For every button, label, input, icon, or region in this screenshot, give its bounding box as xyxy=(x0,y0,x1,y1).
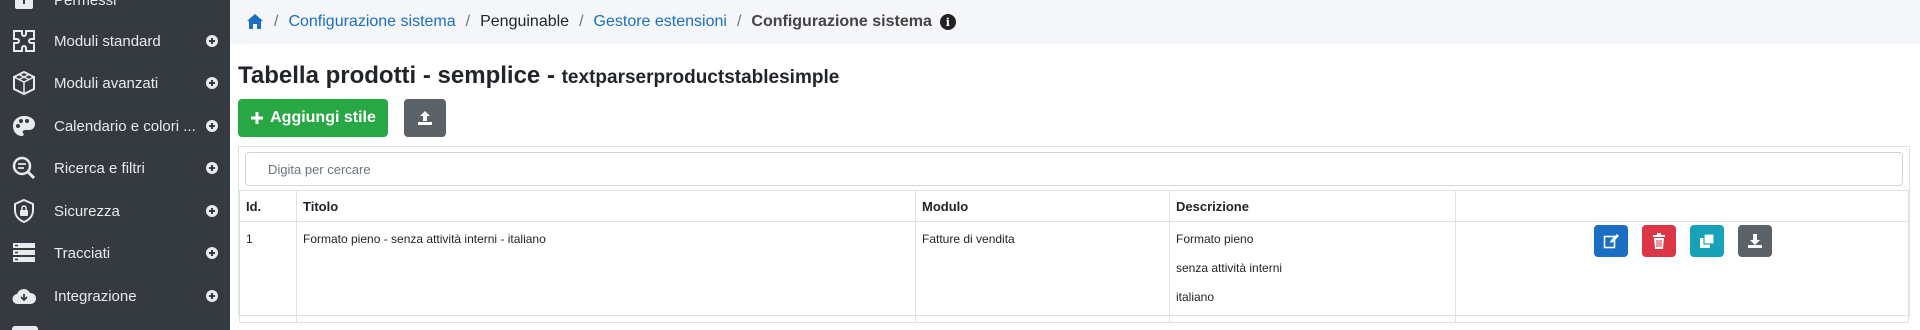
cubes-icon xyxy=(10,69,38,97)
page-title: Tabella prodotti - semplice - textparser… xyxy=(238,62,839,90)
duplicate-button[interactable] xyxy=(1690,225,1724,257)
expand-icon[interactable] xyxy=(206,290,218,302)
breadcrumb-separator: / xyxy=(579,13,584,30)
expand-icon[interactable] xyxy=(206,120,218,132)
home-icon[interactable] xyxy=(246,13,264,31)
search-input[interactable]: Digita per cercare xyxy=(245,152,1903,186)
sidebar-item-label: Moduli standard xyxy=(54,32,161,50)
column-header-descrizione[interactable]: Descrizione xyxy=(1169,190,1456,222)
table-header-row: Id. Titolo Modulo Descrizione xyxy=(239,190,1909,222)
puzzle-icon xyxy=(10,27,38,55)
sidebar-item-integrazione[interactable]: Integrazione xyxy=(0,275,230,317)
sidebar: Permessi Moduli standard Moduli avanzati… xyxy=(0,0,230,330)
sidebar-item-label: Moduli avanzati xyxy=(54,74,159,92)
page-title-text: Tabella prodotti - semplice - xyxy=(238,62,555,89)
shield-icon xyxy=(10,197,38,225)
download-icon xyxy=(1748,234,1762,248)
description-line: senza attività interni xyxy=(1176,261,1283,275)
sidebar-item-label: Integrazione xyxy=(54,287,137,305)
sidebar-item-ricerca[interactable]: Ricerca e filtri xyxy=(0,147,230,189)
column-header-titolo[interactable]: Titolo xyxy=(296,190,916,222)
sidebar-item-moduli-standard[interactable]: Moduli standard xyxy=(0,20,230,62)
description-line: italiano xyxy=(1176,290,1215,304)
breadcrumb-configurazione-sistema[interactable]: Configurazione sistema xyxy=(288,13,455,31)
copy-icon xyxy=(1700,233,1715,248)
upload-icon xyxy=(418,111,432,125)
styles-table: Id. Titolo Modulo Descrizione 1 Formato … xyxy=(239,190,1909,323)
column-header-modulo[interactable]: Modulo xyxy=(915,190,1170,222)
page-subtitle: textparserproductstablesimple xyxy=(561,67,840,88)
expand-icon[interactable] xyxy=(206,247,218,259)
cell-module: Fatture di vendita xyxy=(915,221,1170,323)
add-style-button[interactable]: Aggiungi stile xyxy=(238,99,388,137)
cloud-icon xyxy=(10,282,38,310)
search-filter-icon xyxy=(10,154,38,182)
expand-icon[interactable] xyxy=(206,35,218,47)
info-icon[interactable]: i xyxy=(939,14,956,30)
server-icon xyxy=(10,239,38,267)
sidebar-item-sicurezza[interactable]: Sicurezza xyxy=(0,190,230,232)
cell-id: 1 xyxy=(239,221,297,323)
delete-button[interactable] xyxy=(1642,225,1676,257)
cell-title: Formato pieno - senza attività interni -… xyxy=(296,221,916,323)
plus-icon xyxy=(251,112,264,124)
expand-icon[interactable] xyxy=(206,205,218,217)
sidebar-item-label: Ricerca e filtri xyxy=(54,159,145,177)
sidebar-item-calendario[interactable]: Calendario e colori ... xyxy=(0,105,230,147)
edit-button[interactable] xyxy=(1594,225,1628,257)
add-style-label: Aggiungi stile xyxy=(270,109,376,126)
sidebar-item-tracciati[interactable]: Tracciati xyxy=(0,232,230,274)
breadcrumb: / Configurazione sistema / Penguinable /… xyxy=(230,0,1920,44)
cell-actions xyxy=(1455,221,1909,323)
column-header-id[interactable]: Id. xyxy=(239,190,297,222)
sidebar-item-label: Tracciati xyxy=(54,244,111,262)
breadcrumb-gestore-estensioni[interactable]: Gestore estensioni xyxy=(594,13,727,31)
column-header-actions xyxy=(1455,190,1909,222)
expand-icon[interactable] xyxy=(206,77,218,89)
breadcrumb-separator: / xyxy=(736,13,742,30)
breadcrumb-active: Configurazione sistema xyxy=(751,13,932,30)
download-button[interactable] xyxy=(1738,225,1772,257)
sidebar-item-moduli-avanzati[interactable]: Moduli avanzati xyxy=(0,62,230,104)
data-table-container: Digita per cercare Id. Titolo Modulo Des… xyxy=(238,146,1910,323)
upload-button[interactable] xyxy=(404,99,446,137)
expand-icon[interactable] xyxy=(206,162,218,174)
sidebar-item-permessi[interactable]: Permessi xyxy=(0,0,230,21)
sidebar-item-label: Permessi xyxy=(54,0,117,9)
breadcrumb-separator: / xyxy=(465,13,471,30)
key-icon xyxy=(10,0,38,14)
main-content: / Configurazione sistema / Penguinable /… xyxy=(230,0,1920,330)
sidebar-item-label: Calendario e colori ... xyxy=(54,117,196,135)
edit-icon xyxy=(1603,234,1619,249)
sidebar-item-label: Sicurezza xyxy=(54,202,120,220)
sidebar-next-icon xyxy=(12,326,38,330)
palette-icon xyxy=(10,112,38,140)
breadcrumb-separator: / xyxy=(274,13,279,30)
breadcrumb-penguinable: Penguinable xyxy=(480,13,570,30)
cell-description: Formato pieno senza attività interni ita… xyxy=(1169,221,1456,323)
description-line: Formato pieno xyxy=(1176,232,1254,246)
table-row: 1 Formato pieno - senza attività interni… xyxy=(239,221,1909,323)
trash-icon xyxy=(1653,233,1665,249)
